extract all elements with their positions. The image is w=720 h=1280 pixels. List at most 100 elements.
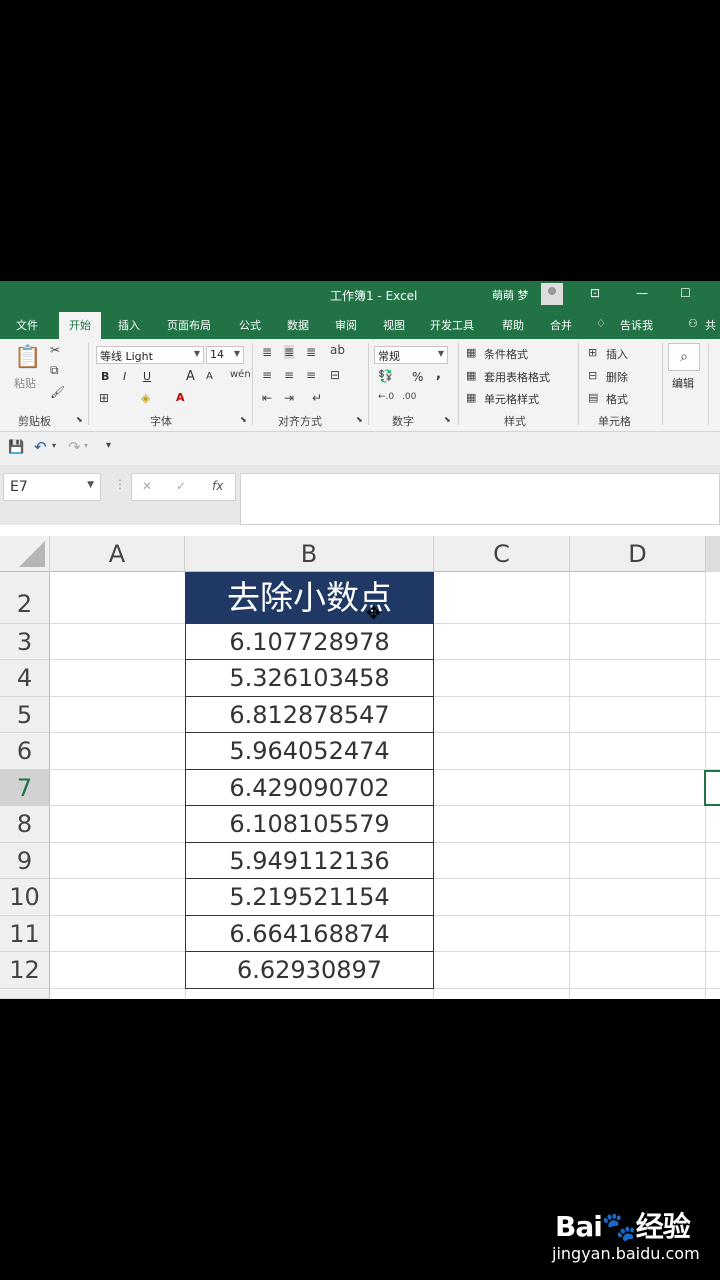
increase-indent-icon[interactable]: ⇥	[284, 391, 294, 405]
table-cell[interactable]: 6.107728978	[185, 624, 434, 660]
tab-formulas[interactable]: 公式	[239, 317, 261, 333]
alignment-launcher-icon[interactable]: ⬊	[356, 415, 363, 424]
tab-developer[interactable]: 开发工具	[430, 317, 474, 333]
customize-qat-icon[interactable]: ▾	[106, 440, 111, 451]
table-cell[interactable]: 5.964052474	[185, 733, 434, 770]
column-header-c[interactable]: C	[434, 536, 570, 572]
table-cell[interactable]: 5.219521154	[185, 879, 434, 916]
row-header-5[interactable]: 5	[0, 697, 50, 733]
delete-cells-icon[interactable]: ⊟	[588, 369, 597, 382]
grow-font-button[interactable]: A	[186, 369, 195, 384]
tab-data[interactable]: 数据	[287, 317, 309, 333]
clipboard-launcher-icon[interactable]: ⬊	[76, 415, 83, 424]
column-header-d[interactable]: D	[570, 536, 706, 572]
align-center-icon[interactable]: ≡	[284, 368, 294, 382]
chevron-down-icon[interactable]: ▾	[84, 441, 88, 450]
delete-cells-button[interactable]: 删除	[606, 369, 628, 385]
select-all-button[interactable]	[0, 536, 50, 572]
font-launcher-icon[interactable]: ⬊	[240, 415, 247, 424]
tab-review[interactable]: 审阅	[335, 317, 357, 333]
row-header-12[interactable]: 12	[0, 952, 50, 989]
avatar[interactable]	[541, 283, 563, 305]
row-header-8[interactable]: 8	[0, 806, 50, 843]
cancel-icon[interactable]: ✕	[142, 479, 152, 493]
align-left-icon[interactable]: ≡	[262, 368, 272, 382]
decrease-indent-icon[interactable]: ⇤	[262, 391, 272, 405]
phonetic-icon[interactable]: wén	[230, 369, 251, 380]
wrap-text-icon[interactable]: ↵	[312, 391, 322, 405]
share-icon[interactable]: ⚇	[688, 317, 698, 330]
border-icon[interactable]: ⊞	[99, 391, 109, 405]
format-cells-icon[interactable]: ▤	[588, 391, 598, 404]
editing-button[interactable]: 编辑	[672, 375, 694, 391]
cut-icon[interactable]: ✂	[50, 343, 60, 357]
conditional-format-icon[interactable]: ▦	[466, 346, 476, 359]
shrink-font-button[interactable]: A	[206, 371, 213, 382]
row-header-4[interactable]: 4	[0, 660, 50, 697]
merge-center-icon[interactable]: ⊟	[330, 368, 340, 382]
align-bottom-icon[interactable]: ≣	[306, 345, 316, 359]
table-cell[interactable]: 6.62930897	[185, 952, 434, 989]
align-right-icon[interactable]: ≡	[306, 368, 316, 382]
format-cells-button[interactable]: 格式	[606, 391, 628, 407]
insert-cells-icon[interactable]: ⊞	[588, 346, 597, 359]
decrease-decimal-icon[interactable]: .00	[402, 392, 416, 402]
tab-file[interactable]: 文件	[16, 317, 38, 333]
save-icon[interactable]: 💾	[8, 440, 24, 455]
cell-styles-button[interactable]: 单元格样式	[484, 391, 539, 407]
tab-merge[interactable]: 合并	[550, 317, 572, 333]
comma-button[interactable]: ,	[436, 367, 441, 382]
table-cell[interactable]: 6.664168874	[185, 916, 434, 952]
cell-styles-icon[interactable]: ▦	[466, 391, 476, 404]
search-icon[interactable]: ⌕	[668, 343, 700, 371]
increase-decimal-icon[interactable]: ←.0	[378, 392, 394, 402]
paste-icon[interactable]: 📋	[14, 345, 41, 370]
redo-icon[interactable]: ↷	[68, 438, 81, 456]
chevron-down-icon[interactable]: ▾	[52, 441, 56, 450]
maximize-icon[interactable]: ☐	[680, 286, 691, 300]
align-top-icon[interactable]: ≣	[262, 345, 272, 359]
tab-view[interactable]: 视图	[383, 317, 405, 333]
undo-icon[interactable]: ↶	[34, 438, 47, 456]
number-launcher-icon[interactable]: ⬊	[444, 415, 451, 424]
tab-tell-me[interactable]: 告诉我	[620, 317, 653, 333]
text-orientation-icon[interactable]: ab	[330, 343, 345, 357]
table-cell[interactable]: 6.108105579	[185, 806, 434, 843]
enter-icon[interactable]: ✓	[176, 479, 186, 493]
tab-share[interactable]: 共	[705, 317, 716, 333]
format-table-icon[interactable]: ▦	[466, 369, 476, 382]
row-header-13[interactable]	[0, 989, 50, 999]
tab-help[interactable]: 帮助	[502, 317, 524, 333]
table-cell[interactable]: 6.812878547	[185, 697, 434, 733]
paste-label[interactable]: 粘贴	[14, 375, 36, 391]
user-name[interactable]: 萌萌 梦	[492, 287, 529, 303]
column-header-a[interactable]: A	[50, 536, 185, 572]
font-color-button[interactable]: A	[176, 391, 185, 404]
table-cell[interactable]: 5.949112136	[185, 843, 434, 879]
font-size-select[interactable]: 14 ▼	[206, 346, 244, 364]
chevron-down-icon[interactable]: ▼	[87, 480, 94, 490]
minimize-icon[interactable]: —	[636, 286, 648, 300]
insert-cells-button[interactable]: 插入	[606, 346, 628, 362]
row-header-6[interactable]: 6	[0, 733, 50, 770]
tab-insert[interactable]: 插入	[118, 317, 140, 333]
font-name-select[interactable]: 等线 Light ▼	[96, 346, 204, 364]
column-header-b[interactable]: B	[185, 536, 434, 572]
lightbulb-icon[interactable]: ♢	[596, 317, 606, 330]
table-header-cell[interactable]: 去除小数点	[185, 572, 434, 624]
tab-page-layout[interactable]: 页面布局	[167, 317, 211, 333]
row-header-9[interactable]: 9	[0, 843, 50, 879]
row-header-2[interactable]: 2	[0, 572, 50, 624]
row-header-11[interactable]: 11	[0, 916, 50, 952]
row-header-7[interactable]: 7	[0, 770, 50, 806]
selected-cell[interactable]	[704, 770, 720, 806]
conditional-format-button[interactable]: 条件格式	[484, 346, 528, 362]
table-cell[interactable]: 6.429090702	[185, 770, 434, 806]
italic-button[interactable]: I	[123, 370, 126, 383]
format-painter-icon[interactable]: 🖌	[50, 385, 65, 399]
column-header-e[interactable]	[706, 536, 720, 572]
row-header-3[interactable]: 3	[0, 624, 50, 660]
align-middle-icon[interactable]: ≣	[284, 345, 295, 359]
underline-button[interactable]: U	[143, 370, 151, 383]
name-box[interactable]: E7 ▼	[3, 473, 101, 501]
